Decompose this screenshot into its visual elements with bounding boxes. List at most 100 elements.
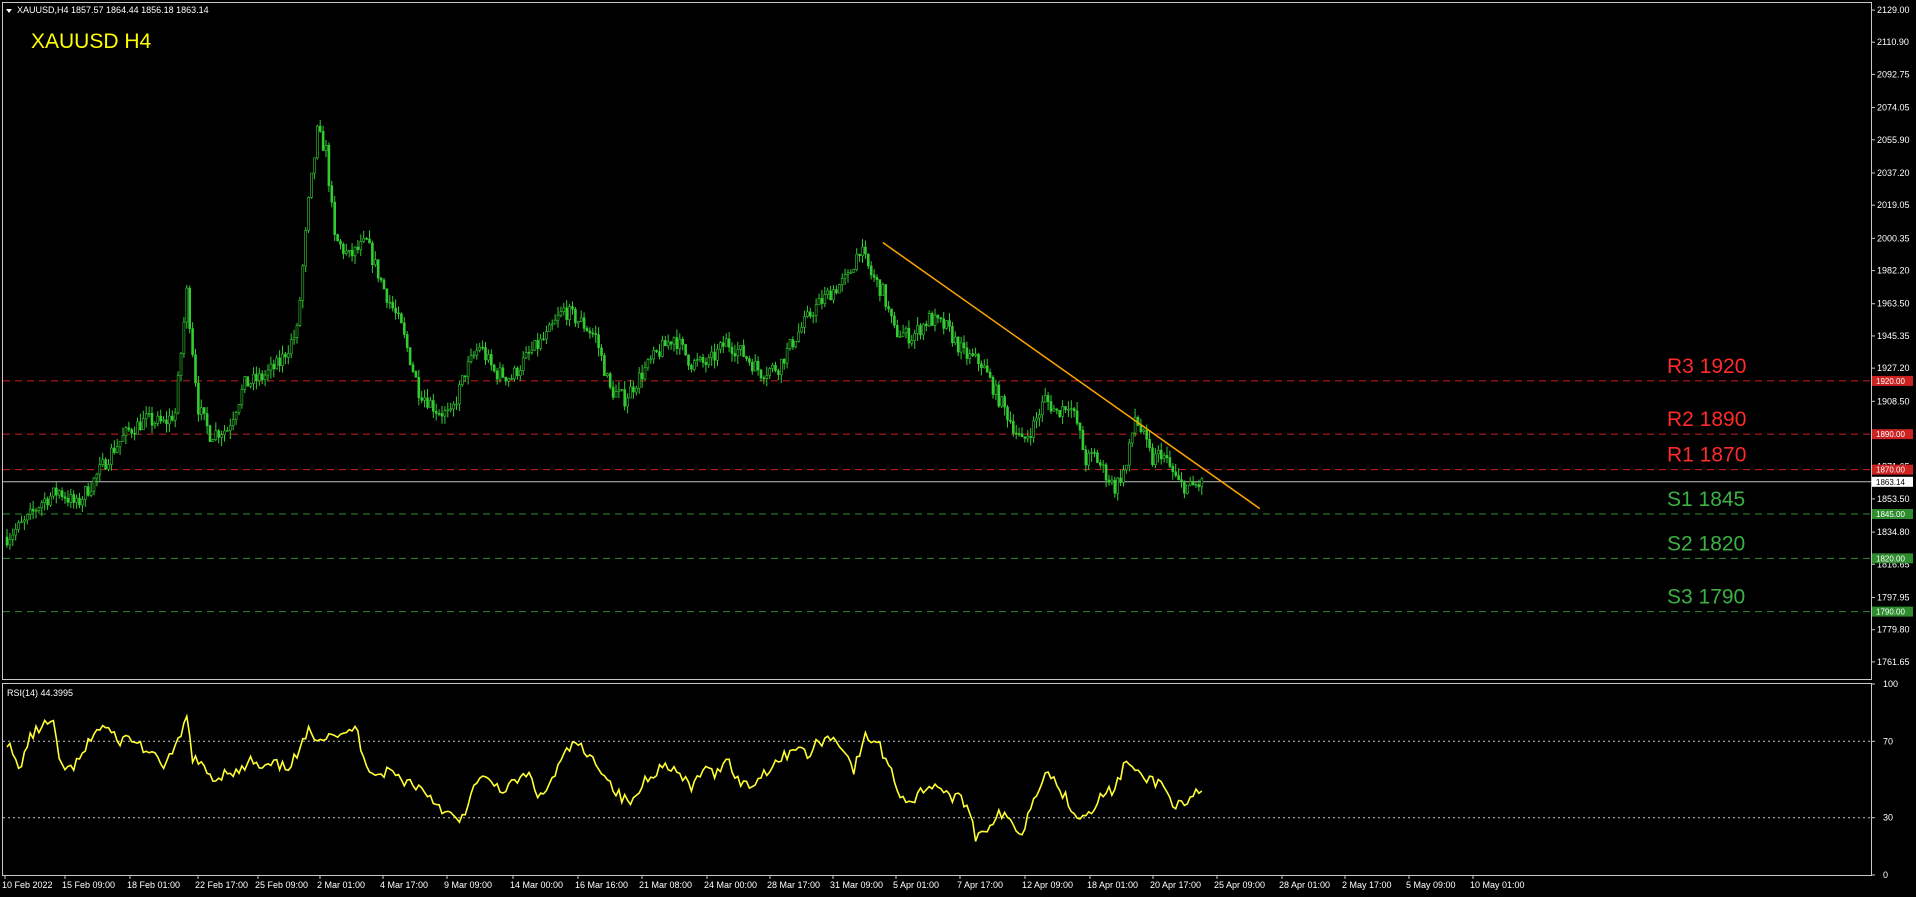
price-tick-label: 2074.05 xyxy=(1877,103,1910,113)
candle xyxy=(185,284,189,329)
price-tick-label: 1797.95 xyxy=(1877,592,1910,602)
level-axis-label: 1820.00 xyxy=(1876,554,1905,563)
candle xyxy=(298,296,302,327)
price-axis: 2129.00 2110.90 2092.75 2074.05 2055.90 2037.… xyxy=(1871,5,1913,880)
price-tick-label: 1779.80 xyxy=(1877,625,1910,635)
candle xyxy=(1186,484,1189,495)
price-tick-label: 1853.50 xyxy=(1877,494,1910,504)
candle xyxy=(188,285,191,334)
candle xyxy=(176,371,180,415)
price-tick-label: 1908.50 xyxy=(1877,396,1910,406)
candle xyxy=(692,358,696,372)
candle xyxy=(884,284,888,311)
level-label-r3: R3 1920 xyxy=(1667,355,1746,378)
candle xyxy=(327,142,331,193)
level-label-s3: S3 1790 xyxy=(1667,586,1745,609)
price-tick-label: 1963.50 xyxy=(1877,299,1910,309)
level-label-r1: R1 1870 xyxy=(1667,444,1746,467)
rsi-indicator-label: RSI(14) 44.3995 xyxy=(7,688,73,698)
candle xyxy=(310,172,313,199)
time-tick-label: 20 Apr 17:00 xyxy=(1150,880,1201,890)
level-label-s2: S2 1820 xyxy=(1667,532,1745,555)
level-axis-label: 1920.00 xyxy=(1876,377,1905,386)
time-tick-label: 7 Apr 17:00 xyxy=(957,880,1003,890)
price-tick-label: 1945.35 xyxy=(1877,331,1910,341)
time-tick-label: 5 Apr 01:00 xyxy=(893,880,939,890)
candle xyxy=(208,424,212,443)
time-tick-label: 31 Mar 09:00 xyxy=(830,880,883,890)
price-tick-label: 1834.80 xyxy=(1877,527,1910,537)
candle xyxy=(336,233,339,242)
candle xyxy=(930,311,934,326)
price-tick-label: 2055.90 xyxy=(1877,135,1910,145)
price-tick-label: 2037.20 xyxy=(1877,168,1910,178)
candle xyxy=(881,282,885,296)
main-pane[interactable] xyxy=(2,2,1872,680)
candle xyxy=(382,278,386,290)
level-axis-label: 1845.00 xyxy=(1876,510,1905,519)
candle xyxy=(315,124,319,160)
candle xyxy=(837,283,841,294)
rsi-tick-label: 100 xyxy=(1883,679,1898,689)
price-tick-label: 1927.20 xyxy=(1877,363,1910,373)
time-tick-label: 12 Apr 09:00 xyxy=(1022,880,1073,890)
time-tick-label: 10 Feb 2022 xyxy=(2,880,53,890)
chart-title: XAUUSD H4 xyxy=(31,30,152,53)
time-tick-label: 18 Apr 01:00 xyxy=(1087,880,1138,890)
candle xyxy=(1000,395,1004,409)
time-tick-label: 10 May 01:00 xyxy=(1470,880,1525,890)
time-tick-label: 15 Feb 09:00 xyxy=(62,880,115,890)
time-tick-label: 9 Mar 09:00 xyxy=(444,880,492,890)
candle xyxy=(533,340,537,351)
price-tick-label: 2092.75 xyxy=(1877,69,1910,79)
candle xyxy=(408,347,412,366)
time-tick-label: 24 Mar 00:00 xyxy=(704,880,757,890)
candle xyxy=(194,348,197,387)
candle xyxy=(1136,415,1140,427)
time-tick-label: 22 Feb 17:00 xyxy=(195,880,248,890)
candle xyxy=(333,195,337,242)
price-tick-label: 1982.20 xyxy=(1877,266,1910,276)
time-tick-label: 14 Mar 00:00 xyxy=(510,880,563,890)
price-tick-label: 2129.00 xyxy=(1877,5,1910,15)
current-price-label: 1863.14 xyxy=(1876,478,1905,487)
time-tick-label: 2 Mar 01:00 xyxy=(317,880,365,890)
candle xyxy=(997,381,1001,408)
candle xyxy=(608,371,612,390)
level-axis-label: 1870.00 xyxy=(1876,466,1905,475)
price-tick-label: 2019.05 xyxy=(1877,200,1910,210)
candle xyxy=(414,370,418,378)
price-tick-label: 2000.35 xyxy=(1877,233,1910,243)
candle xyxy=(304,227,308,273)
level-label-s1: S1 1845 xyxy=(1667,488,1745,511)
candle xyxy=(307,196,310,234)
symbol-info: XAUUSD,H4 1857.57 1864.44 1856.18 1863.1… xyxy=(17,5,209,15)
candle xyxy=(945,320,948,330)
candle xyxy=(603,352,606,376)
price-tick-label: 1761.65 xyxy=(1877,657,1910,667)
level-axis-label: 1790.00 xyxy=(1876,608,1905,617)
time-tick-label: 5 May 09:00 xyxy=(1406,880,1456,890)
time-tick-label: 28 Apr 01:00 xyxy=(1279,880,1330,890)
time-tick-label: 16 Mar 16:00 xyxy=(575,880,628,890)
candle xyxy=(182,317,186,358)
candle xyxy=(794,341,798,349)
time-tick-label: 2 May 17:00 xyxy=(1342,880,1392,890)
candle xyxy=(852,268,856,273)
rsi-tick-label: 30 xyxy=(1883,813,1893,823)
trading-chart[interactable]: R3 1920 R2 1890 R1 1870 S1 1845 S2 1820 S3 17… xyxy=(0,0,1916,897)
time-tick-label: 4 Mar 17:00 xyxy=(380,880,428,890)
rsi-tick-label: 70 xyxy=(1883,736,1893,746)
time-axis: 10 Feb 2022 15 Feb 09:00 18 Feb 01:00 22 Fe… xyxy=(2,875,1525,890)
level-axis-label: 1890.00 xyxy=(1876,430,1905,439)
level-label-r2: R2 1890 xyxy=(1667,408,1746,431)
rsi-tick-label: 0 xyxy=(1883,870,1888,880)
candle xyxy=(684,344,687,356)
price-tick-label: 2110.90 xyxy=(1877,37,1909,47)
time-tick-label: 28 Mar 17:00 xyxy=(767,880,820,890)
candle xyxy=(400,312,403,324)
time-tick-label: 18 Feb 01:00 xyxy=(127,880,180,890)
candle xyxy=(246,376,249,387)
time-tick-label: 21 Mar 08:00 xyxy=(639,880,692,890)
rsi-pane[interactable] xyxy=(2,683,1872,876)
